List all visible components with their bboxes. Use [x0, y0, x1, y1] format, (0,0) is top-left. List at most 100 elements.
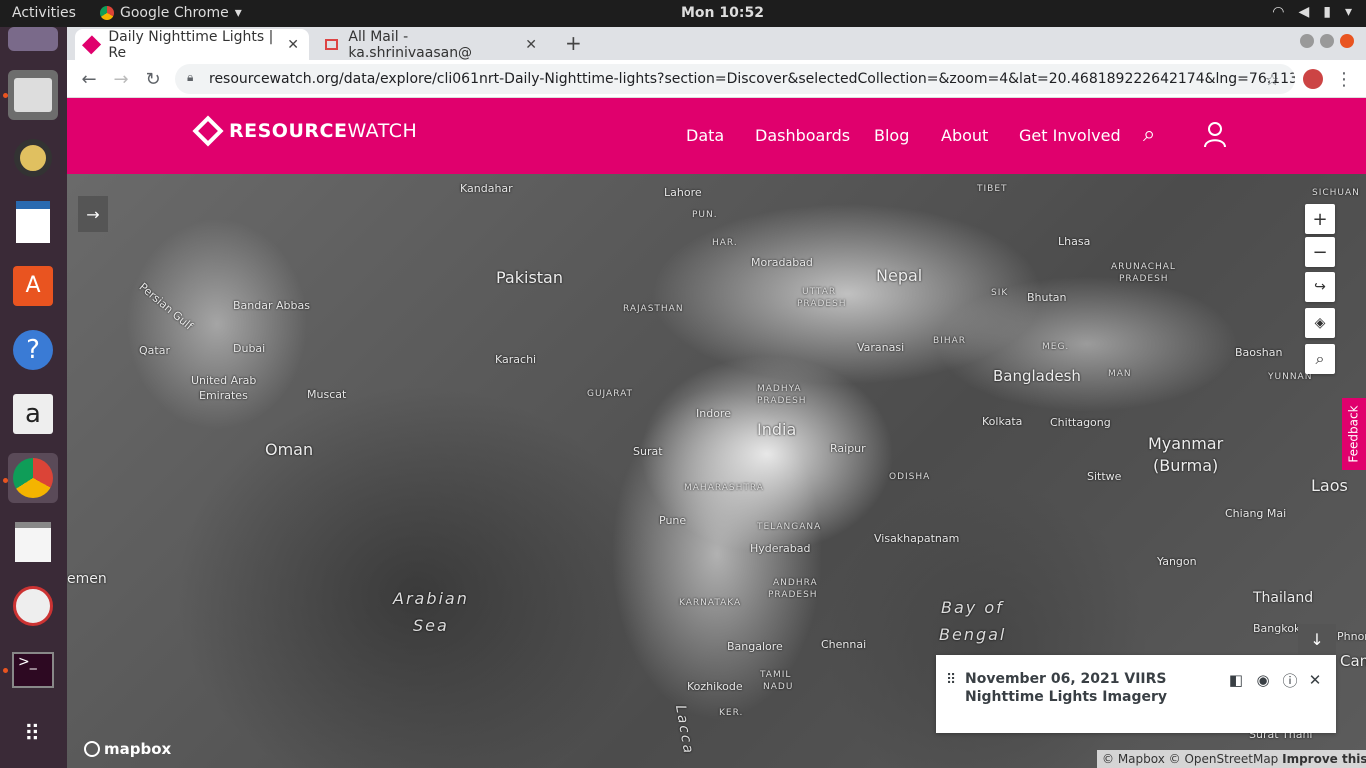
rhythmbox-icon[interactable] [8, 133, 58, 183]
text-editor-icon[interactable] [8, 517, 58, 567]
map-label: NADU [763, 682, 794, 692]
map-label: emen [67, 571, 107, 587]
map-label: Bandar Abbas [233, 299, 310, 312]
map-label: Dubai [233, 342, 266, 355]
map-label: MAHARASHTRA [684, 483, 764, 493]
search-icon[interactable]: ⌕ [1143, 122, 1155, 147]
amazon-icon[interactable]: a [8, 389, 58, 439]
files-icon[interactable] [8, 70, 58, 120]
close-icon[interactable]: ✕ [1305, 670, 1325, 690]
map-legend: ⠿ November 06, 2021 VIIRS Nighttime Ligh… [936, 655, 1336, 733]
window-controls [1300, 34, 1354, 48]
map-label: TELANGANA [757, 522, 822, 532]
map-label: Bengal [939, 625, 1007, 644]
system-tray[interactable]: ◠ ◀ ▮ ▾ [1272, 4, 1352, 20]
map-search-button[interactable]: ⌕ [1305, 344, 1335, 374]
app-menu[interactable]: Google Chrome ▾ [100, 5, 242, 21]
map-label: Thailand [1253, 590, 1314, 606]
logo-text-light: WATCH [347, 120, 418, 142]
map-label: PUN. [692, 210, 718, 220]
visibility-eye-icon[interactable]: ◉ [1253, 670, 1273, 690]
share-button[interactable]: ↪ [1305, 272, 1335, 302]
map-label: Bangkok [1253, 622, 1301, 635]
map-label: (Burma) [1153, 456, 1219, 475]
close-window-button[interactable] [1340, 34, 1354, 48]
map-label: GUJARAT [587, 389, 634, 399]
resourcewatch-logo[interactable]: RESOURCEWATCH [192, 115, 418, 147]
feedback-label: Feedback [1347, 405, 1361, 463]
browser-toolbar: ← → ↻ 🔒︎ resourcewatch.org/data/explore/… [67, 60, 1366, 98]
basemap-layers-button[interactable]: ◈ [1305, 308, 1335, 338]
chrome-dock-icon[interactable] [8, 453, 58, 503]
tab-title: All Mail - ka.shrinivaasan@ [348, 28, 473, 61]
nav-data[interactable]: Data [686, 126, 724, 145]
arrow-right-icon: → [86, 204, 100, 224]
app-grid-icon[interactable]: ⠿ [8, 709, 58, 759]
battery-icon: ▮ [1323, 4, 1331, 20]
map-label: BIHAR [933, 336, 967, 346]
arrow-down-icon: ↓ [1310, 629, 1324, 649]
forward-button[interactable]: → [108, 66, 134, 92]
share-arrow-icon: ↪ [1314, 279, 1326, 295]
chrome-icon [100, 6, 114, 20]
tab-strip: Daily Nighttime Lights | Re ✕ All Mail -… [67, 27, 1366, 61]
map-label: Chiang Mai [1225, 507, 1287, 520]
mail-app-icon[interactable] [8, 27, 58, 51]
close-icon[interactable]: ✕ [525, 37, 537, 53]
writer-icon[interactable] [8, 197, 58, 247]
map-label: Kandahar [460, 182, 513, 195]
sidebar-expand-button[interactable]: → [78, 196, 108, 232]
tab-nighttime-lights[interactable]: Daily Nighttime Lights | Re ✕ [75, 29, 309, 61]
nav-dashboards[interactable]: Dashboards [755, 126, 850, 145]
tab-all-mail[interactable]: All Mail - ka.shrinivaasan@ ✕ [315, 28, 547, 61]
terminal-icon[interactable]: >_ [8, 645, 58, 695]
new-tab-button[interactable]: + [565, 31, 582, 55]
map-label: Lhasa [1058, 235, 1091, 248]
info-icon[interactable]: ⓘ [1280, 670, 1300, 690]
legend-toggle-button[interactable]: ↓ [1298, 624, 1336, 654]
map-label: Baoshan [1235, 346, 1283, 359]
opacity-icon[interactable]: ◧ [1226, 670, 1246, 690]
map-label: Cam [1340, 652, 1366, 670]
zoom-out-button[interactable]: − [1305, 237, 1335, 267]
map-label: India [757, 420, 797, 439]
feedback-tab[interactable]: Feedback [1342, 398, 1366, 470]
map-label: United Arab [191, 374, 257, 387]
browser-menu-icon[interactable]: ⋮ [1331, 66, 1357, 92]
nav-blog[interactable]: Blog [874, 126, 909, 145]
reload-button[interactable]: ↻ [140, 66, 166, 92]
profile-avatar[interactable] [1300, 66, 1326, 92]
nav-get-involved[interactable]: Get Involved [1019, 126, 1121, 145]
minimize-button[interactable] [1300, 34, 1314, 48]
map-label: Pakistan [496, 268, 563, 287]
map-label: KARNATAKA [679, 598, 742, 608]
site-header: RESOURCEWATCH Data Dashboards Blog About… [67, 98, 1366, 174]
user-icon[interactable] [1203, 122, 1227, 152]
map-label: Myanmar [1148, 434, 1224, 453]
zoom-in-button[interactable]: + [1305, 204, 1335, 234]
nav-about[interactable]: About [941, 126, 988, 145]
back-button[interactable]: ← [76, 66, 102, 92]
close-icon[interactable]: ✕ [287, 37, 299, 53]
mapbox-logo[interactable]: mapbox [84, 740, 171, 758]
activities-button[interactable]: Activities [12, 5, 76, 21]
resourcewatch-favicon-icon [82, 34, 102, 55]
attribution-text[interactable]: © Mapbox © OpenStreetMap [1102, 752, 1278, 766]
map-label: Kolkata [982, 415, 1023, 428]
lock-icon: 🔒︎ [187, 70, 194, 84]
map-label: HAR. [712, 238, 738, 248]
maximize-button[interactable] [1320, 34, 1334, 48]
address-bar[interactable]: 🔒︎ resourcewatch.org/data/explore/cli061… [175, 64, 1295, 94]
improve-map-link[interactable]: Improve this map [1282, 752, 1366, 766]
help-icon[interactable]: ? [8, 325, 58, 375]
software-center-icon[interactable]: A [8, 261, 58, 311]
document-viewer-icon[interactable] [8, 581, 58, 631]
logo-diamond-icon [192, 115, 224, 147]
drag-handle-icon[interactable]: ⠿ [946, 672, 956, 688]
bookmark-star-icon[interactable]: ☆ [1259, 66, 1285, 92]
map-label: Emirates [199, 389, 248, 402]
map-label: Yangon [1157, 555, 1197, 568]
map-label: Surat [633, 445, 663, 458]
map-label: TIBET [977, 184, 1008, 194]
clock[interactable]: Mon 10:52 [681, 5, 764, 21]
